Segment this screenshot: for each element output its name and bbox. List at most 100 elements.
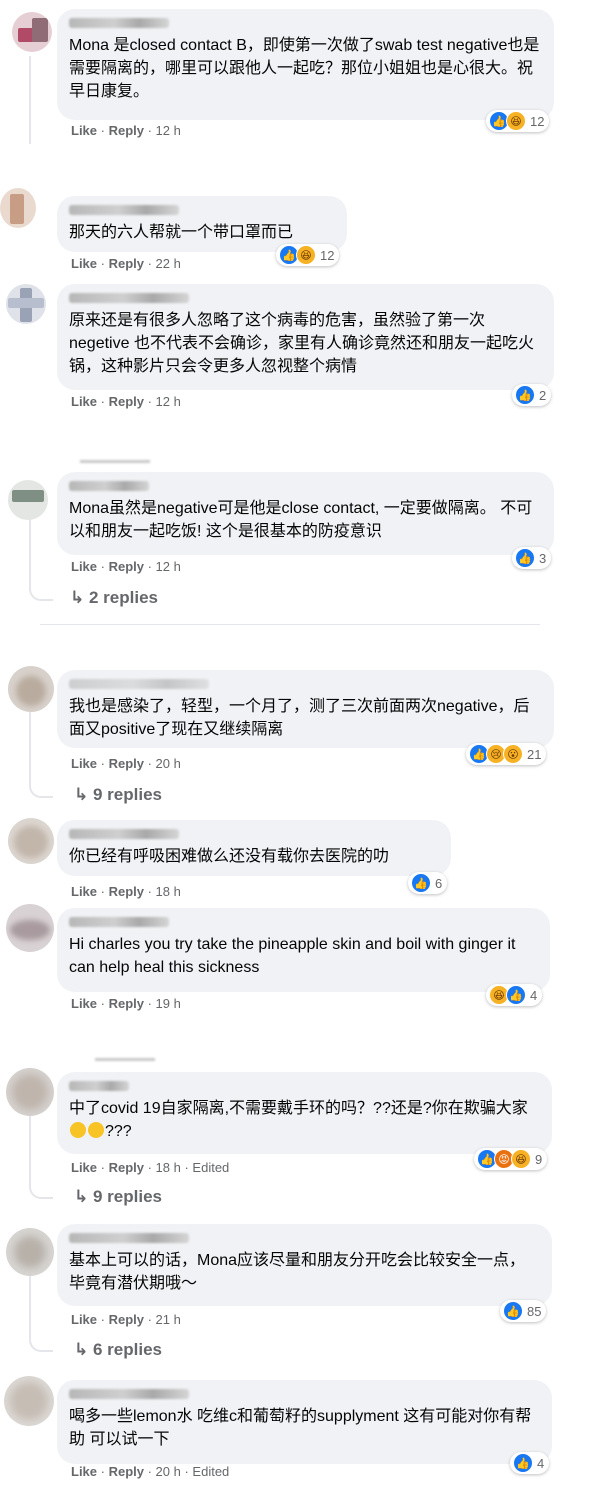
timestamp[interactable]: 18 h bbox=[156, 884, 181, 899]
reaction-summary[interactable]: 👍 2 bbox=[512, 384, 552, 406]
comment-text: 中了covid 19自家隔离,不需要戴手环的吗？??还是?你在欺骗大家??? bbox=[69, 1100, 528, 1140]
timestamp[interactable]: 20 h bbox=[156, 1464, 181, 1479]
avatar[interactable] bbox=[12, 12, 52, 52]
reaction-summary[interactable]: 👍 4 bbox=[510, 1452, 550, 1474]
avatar[interactable] bbox=[8, 666, 54, 712]
comment-actions: Like · Reply · 22 h bbox=[71, 256, 181, 271]
comment-actions: Like · Reply · 20 h · Edited bbox=[71, 1464, 230, 1479]
reply-link[interactable]: Reply bbox=[109, 394, 144, 409]
avatar[interactable] bbox=[6, 1068, 54, 1116]
author-name[interactable] bbox=[69, 293, 189, 303]
comment-text: Hi charles you try take the pineapple sk… bbox=[69, 936, 516, 976]
blurred-text bbox=[95, 1058, 155, 1061]
timestamp[interactable]: 21 h bbox=[156, 1312, 181, 1327]
edited-label: Edited bbox=[192, 1464, 230, 1479]
comment-text: 你已经有呼吸困难做么还没有载你去医院的叻 bbox=[69, 848, 390, 865]
timestamp[interactable]: 12 h bbox=[156, 394, 181, 409]
author-name[interactable] bbox=[69, 1233, 189, 1243]
reply-link[interactable]: Reply bbox=[109, 1160, 144, 1175]
author-name[interactable] bbox=[69, 481, 149, 491]
comment-text: 喝多一些lemon水 吃维c和葡萄籽的supplyment 这有可能对你有帮助 … bbox=[69, 1408, 532, 1448]
timestamp[interactable]: 18 h bbox=[156, 1160, 181, 1175]
comment-text: 那天的六人帮就一个带口罩而已 bbox=[69, 224, 294, 241]
comment-actions: Like · Reply · 12 h bbox=[71, 123, 181, 138]
avatar[interactable] bbox=[6, 904, 54, 952]
comment-actions: Like · Reply · 18 h bbox=[71, 884, 181, 899]
like-link[interactable]: Like bbox=[71, 123, 97, 138]
timestamp[interactable]: 12 h bbox=[156, 123, 181, 138]
haha-reaction-icon: 😆 bbox=[511, 1149, 531, 1169]
author-name[interactable] bbox=[69, 917, 169, 927]
like-reaction-icon: 👍 bbox=[515, 385, 535, 405]
avatar[interactable] bbox=[6, 284, 46, 324]
reaction-summary[interactable]: 👍 85 bbox=[500, 1300, 547, 1322]
timestamp[interactable]: 12 h bbox=[156, 559, 181, 574]
edited-label: Edited bbox=[192, 1160, 230, 1175]
author-name[interactable] bbox=[69, 18, 169, 28]
view-replies-link[interactable]: ↳ 2 replies bbox=[70, 588, 158, 608]
reply-arrow-icon: ↳ bbox=[74, 1187, 89, 1206]
like-link[interactable]: Like bbox=[71, 884, 97, 899]
reaction-summary[interactable]: 👍 6 bbox=[408, 872, 448, 894]
thread-connector bbox=[29, 1270, 53, 1352]
avatar[interactable] bbox=[8, 818, 54, 864]
timestamp[interactable]: 19 h bbox=[156, 996, 181, 1011]
comment-bubble: 基本上可以的话，Mona应该尽量和朋友分开吃会比较安全一点，毕竟有潜伏期哦～ bbox=[57, 1224, 552, 1306]
thinking-emoji-icon bbox=[70, 1122, 86, 1138]
author-name[interactable] bbox=[69, 829, 179, 839]
like-link[interactable]: Like bbox=[71, 394, 97, 409]
timestamp[interactable]: 22 h bbox=[156, 256, 181, 271]
reaction-summary[interactable]: 😆 👍 4 bbox=[486, 984, 543, 1006]
reply-link[interactable]: Reply bbox=[109, 756, 144, 771]
avatar[interactable] bbox=[6, 1228, 54, 1276]
author-name[interactable] bbox=[69, 679, 209, 689]
section-divider bbox=[40, 624, 540, 625]
reply-link[interactable]: Reply bbox=[109, 256, 144, 271]
reply-link[interactable]: Reply bbox=[109, 1464, 144, 1479]
comment-bubble: Mona 是closed contact B，即使第一次做了swab test … bbox=[57, 9, 554, 120]
reply-link[interactable]: Reply bbox=[109, 123, 144, 138]
view-replies-link[interactable]: ↳ 6 replies bbox=[74, 1340, 162, 1360]
comment-actions: Like · Reply · 12 h bbox=[71, 559, 181, 574]
comment-actions: Like · Reply · 19 h bbox=[71, 996, 181, 1011]
reply-link[interactable]: Reply bbox=[109, 884, 144, 899]
reaction-summary[interactable]: 👍 😆 12 bbox=[486, 110, 550, 132]
reply-arrow-icon: ↳ bbox=[74, 1340, 89, 1359]
like-link[interactable]: Like bbox=[71, 1160, 97, 1175]
like-link[interactable]: Like bbox=[71, 996, 97, 1011]
reply-link[interactable]: Reply bbox=[109, 1312, 144, 1327]
like-link[interactable]: Like bbox=[71, 1464, 97, 1479]
reply-link[interactable]: Reply bbox=[109, 559, 144, 574]
comment-bubble: 我也是感染了，轻型，一个月了，测了三次前面两次negative，后面又posit… bbox=[57, 670, 554, 748]
comment-text: Mona 是closed contact B，即使第一次做了swab test … bbox=[69, 37, 540, 100]
thread-connector bbox=[29, 515, 53, 601]
author-name[interactable] bbox=[69, 1081, 129, 1091]
reply-arrow-icon: ↳ bbox=[70, 588, 85, 607]
thread-connector bbox=[29, 712, 53, 798]
like-link[interactable]: Like bbox=[71, 756, 97, 771]
reaction-summary[interactable]: 👍 3 bbox=[512, 547, 552, 569]
comment-bubble: 原来还是有很多人忽略了这个病毒的危害，虽然验了第一次negetive 也不代表不… bbox=[57, 284, 554, 390]
timestamp[interactable]: 20 h bbox=[156, 756, 181, 771]
view-replies-link[interactable]: ↳ 9 replies bbox=[74, 1187, 162, 1207]
avatar[interactable] bbox=[0, 188, 36, 228]
reaction-summary[interactable]: 👍 😢 😮 21 bbox=[466, 743, 547, 765]
avatar[interactable] bbox=[4, 1376, 54, 1426]
like-link[interactable]: Like bbox=[71, 256, 97, 271]
author-name[interactable] bbox=[69, 1389, 189, 1399]
blurred-text bbox=[80, 460, 150, 463]
avatar[interactable] bbox=[8, 480, 48, 520]
comment-actions: Like · Reply · 20 h bbox=[71, 756, 181, 771]
like-link[interactable]: Like bbox=[71, 1312, 97, 1327]
comment-bubble: Hi charles you try take the pineapple sk… bbox=[57, 908, 550, 992]
reaction-summary[interactable]: 👍 😆 12 bbox=[276, 244, 340, 266]
thinking-emoji-icon bbox=[88, 1122, 104, 1138]
like-link[interactable]: Like bbox=[71, 559, 97, 574]
like-reaction-icon: 👍 bbox=[503, 1301, 523, 1321]
reply-link[interactable]: Reply bbox=[109, 996, 144, 1011]
reaction-summary[interactable]: 👍 😡 😆 9 bbox=[474, 1148, 548, 1170]
comment-bubble: 喝多一些lemon水 吃维c和葡萄籽的supplyment 这有可能对你有帮助 … bbox=[57, 1380, 552, 1464]
view-replies-link[interactable]: ↳ 9 replies bbox=[74, 785, 162, 805]
author-name[interactable] bbox=[69, 205, 179, 215]
comment-actions: Like · Reply · 12 h bbox=[71, 394, 181, 409]
